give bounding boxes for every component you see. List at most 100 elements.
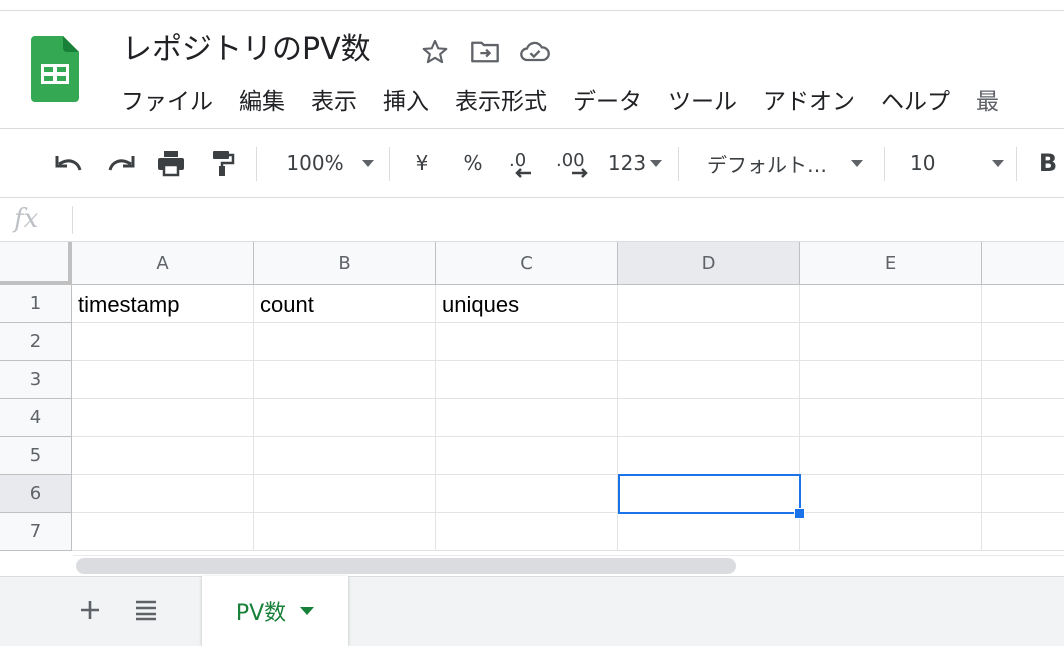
menu-tools[interactable]: ツール xyxy=(655,84,750,120)
cell-b2[interactable] xyxy=(254,323,436,361)
spreadsheet-grid: A B C D E 1 2 3 4 5 6 7 timestamp count … xyxy=(0,242,1064,554)
column-header-c[interactable]: C xyxy=(436,242,618,285)
column-header-b[interactable]: B xyxy=(254,242,436,285)
row-header-5[interactable]: 5 xyxy=(0,437,72,475)
svg-text:.0: .0 xyxy=(509,150,526,171)
cell-d6[interactable] xyxy=(618,475,800,513)
chevron-down-icon[interactable] xyxy=(300,607,315,615)
zoom-select[interactable]: 100% xyxy=(280,144,380,182)
cell-d2[interactable] xyxy=(618,323,800,361)
row-header-1[interactable]: 1 xyxy=(0,285,72,323)
toolbar-separator xyxy=(884,147,885,181)
bold-button[interactable]: B xyxy=(1034,144,1062,182)
cell-c6[interactable] xyxy=(436,475,618,513)
row-header-3[interactable]: 3 xyxy=(0,361,72,399)
cell-c1[interactable]: uniques xyxy=(436,285,618,323)
star-icon[interactable] xyxy=(417,34,453,70)
menu-insert[interactable]: 挿入 xyxy=(370,84,442,120)
menu-edit[interactable]: 編集 xyxy=(226,84,298,120)
cell-d5[interactable] xyxy=(618,437,800,475)
cell-c3[interactable] xyxy=(436,361,618,399)
decrease-decimal-icon[interactable]: .0 xyxy=(502,144,542,182)
cell-b4[interactable] xyxy=(254,399,436,437)
menu-addons[interactable]: アドオン xyxy=(750,84,868,120)
column-header-f[interactable] xyxy=(982,242,1064,285)
sheets-logo-icon[interactable] xyxy=(31,36,79,102)
cell-a6[interactable] xyxy=(72,475,254,513)
cell-a5[interactable] xyxy=(72,437,254,475)
cell-e6[interactable] xyxy=(800,475,982,513)
toolbar-separator xyxy=(1016,147,1017,181)
cell-e2[interactable] xyxy=(800,323,982,361)
cell-a7[interactable] xyxy=(72,513,254,551)
sheet-tab-active[interactable]: PV数 xyxy=(202,576,348,646)
move-to-folder-icon[interactable] xyxy=(467,34,503,70)
cell-f5[interactable] xyxy=(982,437,1064,475)
cell-e1[interactable] xyxy=(800,285,982,323)
title-actions xyxy=(417,34,553,70)
cell-b7[interactable] xyxy=(254,513,436,551)
cell-c7[interactable] xyxy=(436,513,618,551)
document-title[interactable]: レポジトリのPV数 xyxy=(122,28,371,72)
undo-icon[interactable] xyxy=(50,144,88,182)
menu-last-edit[interactable]: 最 xyxy=(963,84,1012,120)
more-formats-select[interactable]: 123 xyxy=(604,144,666,182)
currency-format-button[interactable]: ¥ xyxy=(408,144,436,182)
paint-format-icon[interactable] xyxy=(204,144,242,182)
cell-a4[interactable] xyxy=(72,399,254,437)
cell-e4[interactable] xyxy=(800,399,982,437)
cell-d4[interactable] xyxy=(618,399,800,437)
cell-f1[interactable] xyxy=(982,285,1064,323)
column-header-e[interactable]: E xyxy=(800,242,982,285)
cell-c4[interactable] xyxy=(436,399,618,437)
menu-file[interactable]: ファイル xyxy=(108,84,226,120)
select-all-corner[interactable] xyxy=(0,242,72,285)
row-header-2[interactable]: 2 xyxy=(0,323,72,361)
cell-b1[interactable]: count xyxy=(254,285,436,323)
cell-e7[interactable] xyxy=(800,513,982,551)
cell-d7[interactable] xyxy=(618,513,800,551)
column-header-d[interactable]: D xyxy=(618,242,800,285)
cell-b5[interactable] xyxy=(254,437,436,475)
row-header-4[interactable]: 4 xyxy=(0,399,72,437)
cell-f2[interactable] xyxy=(982,323,1064,361)
top-border xyxy=(0,10,1064,11)
column-header-a[interactable]: A xyxy=(72,242,254,285)
formula-input[interactable] xyxy=(80,202,1054,238)
add-sheet-icon[interactable] xyxy=(72,590,108,630)
horizontal-scrollbar-thumb[interactable] xyxy=(76,558,736,574)
cloud-saved-icon[interactable] xyxy=(517,34,553,70)
fill-handle[interactable] xyxy=(794,508,805,519)
cell-e5[interactable] xyxy=(800,437,982,475)
menu-help[interactable]: ヘルプ xyxy=(868,84,963,120)
increase-decimal-icon[interactable]: .00 xyxy=(552,144,596,182)
menu-view[interactable]: 表示 xyxy=(298,84,370,120)
font-size-select[interactable]: 10 xyxy=(904,144,1004,182)
cell-c5[interactable] xyxy=(436,437,618,475)
cell-b3[interactable] xyxy=(254,361,436,399)
row-header-6[interactable]: 6 xyxy=(0,475,72,513)
cell-d1[interactable] xyxy=(618,285,800,323)
font-family-select[interactable]: デフォルト… xyxy=(700,144,870,182)
cell-f3[interactable] xyxy=(982,361,1064,399)
cell-f4[interactable] xyxy=(982,399,1064,437)
toolbar-separator xyxy=(389,147,390,181)
row-header-7[interactable]: 7 xyxy=(0,513,72,551)
cell-d3[interactable] xyxy=(618,361,800,399)
menu-data[interactable]: データ xyxy=(560,84,655,120)
cell-f7[interactable] xyxy=(982,513,1064,551)
redo-icon[interactable] xyxy=(102,144,140,182)
menu-format[interactable]: 表示形式 xyxy=(442,84,560,120)
cell-b6[interactable] xyxy=(254,475,436,513)
cell-e3[interactable] xyxy=(800,361,982,399)
print-icon[interactable] xyxy=(152,144,190,182)
cell-f6[interactable] xyxy=(982,475,1064,513)
cell-a3[interactable] xyxy=(72,361,254,399)
toolbar-separator xyxy=(256,147,257,181)
cell-c2[interactable] xyxy=(436,323,618,361)
cell-a2[interactable] xyxy=(72,323,254,361)
all-sheets-menu-icon[interactable] xyxy=(128,590,164,630)
percent-format-button[interactable]: % xyxy=(458,144,488,182)
sheet-tab-label: PV数 xyxy=(235,601,287,626)
cell-a1[interactable]: timestamp xyxy=(72,285,254,323)
